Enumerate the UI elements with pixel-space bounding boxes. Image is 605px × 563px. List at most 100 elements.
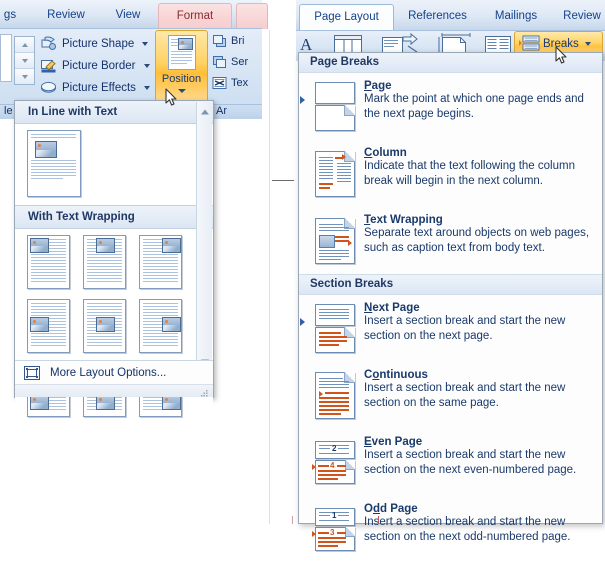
chevron-down-icon [177, 89, 186, 93]
menu-item-title: Text Wrapping [364, 214, 443, 226]
more-layout-options-label: More Layout Options... [50, 367, 167, 379]
menu-group-header-page-breaks: Page Breaks [299, 53, 602, 73]
tab-page-layout[interactable]: Page Layout [299, 4, 394, 31]
position-icon [167, 35, 196, 70]
send-to-back-icon [212, 55, 227, 69]
shape-gallery-spinner[interactable] [14, 36, 35, 85]
text-wrapping-label: Tex [231, 76, 249, 89]
menu-item-title: Page [364, 80, 392, 92]
tab-label: References [408, 10, 467, 22]
menu-item-page[interactable]: Page Mark the point at which one page en… [299, 73, 602, 140]
tab-gs[interactable]: gs [0, 3, 30, 28]
menu-item-desc: Mark the point at which one page ends an… [364, 93, 584, 120]
gallery-resize-grip[interactable] [15, 384, 213, 397]
menu-item-even-page[interactable]: 2 4 Even Page Insert a section break and… [299, 429, 602, 496]
gallery-thumb-square-top-left[interactable] [27, 235, 70, 289]
tab-label: Mailings [494, 10, 538, 22]
tab-extra[interactable] [236, 3, 268, 29]
menu-item-text-wrapping[interactable]: Text Wrapping Separate text around objec… [299, 207, 602, 274]
layout-options-icon [22, 364, 42, 382]
tab-label: Format [176, 10, 214, 22]
page-break-icon [307, 80, 360, 134]
gallery-thumb-in-line-with-text[interactable] [27, 130, 81, 197]
selection-marker-icon [300, 318, 305, 326]
shape-gallery-preview[interactable] [0, 34, 12, 82]
even-page-break-icon: 2 4 [307, 436, 360, 490]
menu-item-title: Next Page [364, 302, 420, 314]
menu-item-title: Column [364, 147, 407, 159]
tab-mailings[interactable]: Mailings [481, 4, 551, 30]
picture-border-command[interactable]: Picture Border [40, 58, 150, 74]
send-to-back-command[interactable]: Ser [212, 51, 262, 72]
tab-format[interactable]: Format [158, 3, 232, 29]
tab-view[interactable]: View [102, 3, 154, 28]
arrange-group: Bri Ser Tex [212, 30, 262, 93]
word-page-layout-screenshot: Page Layout References Mailings Review A [296, 0, 605, 551]
picture-effects-command[interactable]: Picture Effects [40, 80, 150, 96]
continuous-break-icon [307, 369, 360, 423]
document-tick-2 [378, 516, 379, 524]
spinner-up-button[interactable] [15, 37, 34, 53]
menu-item-column[interactable]: Column Indicate that the text following … [299, 140, 602, 207]
menu-item-desc: Insert a section break and start the new… [364, 382, 566, 409]
picture-effects-icon [40, 80, 57, 96]
text-wrapping-break-icon [307, 214, 360, 268]
picture-shape-label: Picture Shape [62, 38, 135, 50]
chevron-down-icon [142, 41, 149, 46]
menu-item-title: Even Page [364, 436, 423, 448]
tab-label: gs [3, 9, 17, 21]
gallery-thumb-square-middle-left[interactable] [27, 299, 70, 353]
document-page-edge [269, 30, 270, 524]
picture-effects-label: Picture Effects [62, 82, 136, 94]
position-gallery-dropdown: In Line with Text With Text Wrapping Mor… [14, 100, 214, 421]
group-label-arrange: Ar [216, 105, 227, 117]
word-format-ribbon-screenshot: gs Review View Format Picture Shape Pict… [0, 0, 268, 421]
scroll-up-arrow[interactable] [197, 104, 212, 119]
menu-item-continuous[interactable]: Continuous Insert a section break and st… [299, 362, 602, 429]
menu-group-header-section-breaks: Section Breaks [299, 274, 602, 295]
tab-label: Page Layout [314, 11, 379, 23]
gallery-section-header-inline: In Line with Text [15, 101, 213, 124]
tab-review-right[interactable]: Review [553, 4, 605, 30]
menu-item-title: Odd Page [364, 503, 418, 515]
menu-item-odd-page[interactable]: 1 3 Odd Page Insert a section break and … [299, 496, 602, 563]
picture-shape-command[interactable]: Picture Shape [40, 36, 149, 52]
tab-label: View [115, 9, 141, 21]
breaks-label: Breaks [543, 38, 579, 50]
breaks-dropdown-menu: Page Breaks Page Mark the point at which… [298, 52, 603, 551]
grip-dots-icon [201, 388, 208, 397]
next-page-break-icon [307, 302, 360, 356]
menu-item-desc: Insert a section break and start the new… [364, 449, 577, 476]
spinner-down-button[interactable] [15, 53, 34, 69]
gallery-thumb-square-middle-right[interactable] [139, 299, 182, 353]
bring-to-front-icon [212, 34, 227, 48]
menu-item-desc: Insert a section break and start the new… [364, 516, 571, 543]
spinner-more-button[interactable] [15, 69, 34, 84]
gallery-thumb-square-top-right[interactable] [139, 235, 182, 289]
menu-item-title: Continuous [364, 369, 428, 381]
tab-label: Review [47, 9, 85, 21]
picture-shape-icon [40, 36, 57, 52]
gallery-thumb-square-top-center[interactable] [83, 235, 126, 289]
document-margin-marker [272, 180, 294, 181]
text-wrapping-command[interactable]: Tex [212, 72, 262, 93]
gallery-scrollbar[interactable] [196, 102, 212, 371]
title-rest: age [371, 80, 392, 92]
position-label: Position [161, 73, 202, 85]
picture-border-label: Picture Border [62, 60, 136, 72]
text-wrapping-icon [212, 76, 227, 90]
tab-references[interactable]: References [396, 4, 479, 30]
tab-label: Review [563, 10, 601, 22]
group-label-left: le [4, 105, 13, 117]
chevron-down-icon [143, 63, 150, 68]
chevron-down-icon [143, 85, 150, 90]
gallery-thumb-square-middle-center[interactable] [83, 299, 126, 353]
bring-to-front-command[interactable]: Bri [212, 30, 262, 51]
more-layout-options-item[interactable]: More Layout Options... [15, 360, 213, 385]
menu-item-next-page[interactable]: Next Page Insert a section break and sta… [299, 295, 602, 362]
tab-review[interactable]: Review [35, 3, 97, 28]
position-button[interactable]: Position [155, 30, 208, 102]
send-to-back-label: Ser [231, 55, 249, 68]
selection-marker-icon [300, 96, 305, 104]
picture-border-icon [40, 58, 57, 74]
